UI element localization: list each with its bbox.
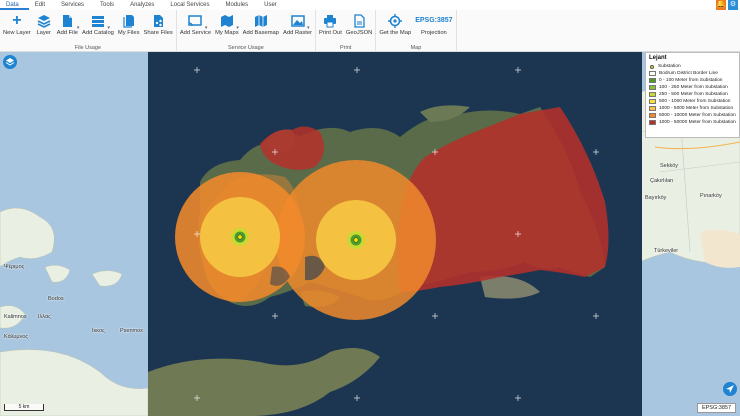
group-caption: Print bbox=[340, 45, 352, 51]
group-file-usage: + New Layer Layer ▾ Add File ▾ Add Catal… bbox=[0, 10, 177, 52]
plus-icon: + bbox=[12, 12, 22, 29]
menu-user[interactable]: User bbox=[258, 0, 287, 10]
place-label: Pınarköy bbox=[700, 193, 722, 199]
legend-label: 500 - 1000 Meter from Substation bbox=[659, 99, 731, 104]
gis-app: Data Edit Services Tools Analyzes Local … bbox=[0, 0, 740, 416]
crosshair-icon bbox=[388, 14, 403, 28]
chevron-down-icon: ▾ bbox=[107, 25, 110, 31]
menu-edit[interactable]: Edit bbox=[29, 0, 55, 10]
bell-icon[interactable]: 🔔 bbox=[716, 0, 726, 10]
printer-icon bbox=[323, 14, 337, 28]
legend-list: Substation Bodrum District Border Line 0 -… bbox=[649, 63, 736, 126]
catalog-icon: ▾ bbox=[91, 14, 110, 31]
menu-data[interactable]: Data bbox=[0, 0, 29, 10]
cast-icon: ▾ bbox=[188, 14, 207, 31]
legend-item: 1000 - 50000 Meter from Substation bbox=[649, 119, 736, 126]
image-icon: ▾ bbox=[290, 14, 310, 31]
place-label: Çakırlılan bbox=[650, 178, 674, 184]
place-label: Kalimnos bbox=[4, 314, 27, 320]
layers-toggle-button[interactable] bbox=[3, 55, 17, 69]
legend-item: 1000 - 5000 Meter from Substation bbox=[649, 105, 736, 112]
place-label: Sekköy bbox=[660, 163, 679, 169]
group-map: Get the Map EPSG:3857 Projection Map bbox=[376, 10, 457, 52]
legend-title: Lejant bbox=[649, 55, 667, 61]
place-label: Psenmos bbox=[120, 328, 143, 334]
group-caption: Map bbox=[410, 45, 422, 51]
legend-item: 500 - 1000 Meter from Substation bbox=[649, 98, 736, 105]
legend-label: 100 - 250 Meter from Substation bbox=[659, 85, 728, 90]
legend-label: 5000 - 10000 Meter from Substation bbox=[659, 113, 736, 118]
legend-item: Bodrum District Border Line bbox=[649, 70, 736, 77]
gear-icon[interactable]: ⚙ bbox=[728, 0, 738, 10]
group-service-usage: ▾ Add Service ▾ My Maps Add Basemap ▾ Ad… bbox=[177, 10, 317, 52]
menu-services[interactable]: Services bbox=[55, 0, 94, 10]
geojson-file-icon bbox=[352, 14, 366, 28]
place-label: Ιλλας bbox=[38, 314, 51, 320]
chevron-down-icon: ▾ bbox=[76, 25, 80, 31]
projection-code: EPSG:3857 bbox=[415, 17, 453, 24]
share-file-icon bbox=[151, 14, 165, 28]
map-base-layer bbox=[0, 52, 740, 416]
place-label: Ψέριμος bbox=[4, 264, 25, 270]
legend-label: 0 - 100 Meter from Substation bbox=[659, 78, 723, 83]
ribbon-toolbar: + New Layer Layer ▾ Add File ▾ Add Catal… bbox=[0, 10, 740, 52]
projection-status[interactable]: EPSG:3857 bbox=[696, 403, 736, 413]
legend-label: 250 - 500 Meter from Substation bbox=[659, 92, 728, 97]
menu-tools[interactable]: Tools bbox=[94, 0, 124, 10]
legend-swatch bbox=[649, 106, 656, 111]
legend-item: 100 - 250 Meter from Substation bbox=[649, 84, 736, 91]
legend-swatch bbox=[649, 113, 656, 118]
locate-button[interactable] bbox=[723, 382, 737, 396]
place-label: Türkeviler bbox=[654, 248, 679, 254]
basemap-icon bbox=[254, 14, 268, 28]
legend-swatch bbox=[649, 120, 656, 125]
legend-label: Bodrum District Border Line bbox=[659, 71, 718, 76]
legend-item: 5000 - 10000 Meter from Substation bbox=[649, 112, 736, 119]
legend-label: Substation bbox=[658, 64, 681, 69]
legend-panel: Lejant Substation Bodrum District Border … bbox=[645, 52, 740, 138]
chevron-down-icon: ▾ bbox=[236, 25, 239, 31]
legend-label: 1000 - 50000 Meter from Substation bbox=[659, 120, 736, 125]
chevron-down-icon: ▾ bbox=[307, 25, 310, 31]
menu-analyzes[interactable]: Analyzes bbox=[124, 0, 164, 10]
substation-symbol-icon bbox=[650, 64, 654, 69]
map-icon: ▾ bbox=[220, 14, 239, 31]
legend-swatch bbox=[649, 99, 656, 104]
legend-swatch bbox=[649, 85, 656, 90]
menu-bar: Data Edit Services Tools Analyzes Local … bbox=[0, 0, 740, 10]
legend-swatch bbox=[649, 71, 656, 76]
menu-local-services[interactable]: Local Services bbox=[164, 0, 219, 10]
group-print: Print Out GeoJSON Print bbox=[316, 10, 377, 52]
group-caption: File Usage bbox=[74, 45, 102, 51]
file-icon: ▾ bbox=[60, 14, 79, 31]
navigation-icon bbox=[726, 385, 734, 393]
menu-modules[interactable]: Modules bbox=[219, 0, 258, 10]
documents-icon bbox=[122, 14, 136, 28]
legend-item: Substation bbox=[649, 63, 736, 70]
place-label: Ικκος bbox=[92, 328, 105, 334]
group-caption: Service Usage bbox=[228, 45, 264, 51]
legend-item: 0 - 100 Meter from Substation bbox=[649, 77, 736, 84]
legend-item: 250 - 500 Meter from Substation bbox=[649, 91, 736, 98]
place-label: Bodos bbox=[48, 296, 64, 302]
layers-icon bbox=[37, 14, 51, 28]
place-label: Bayırköy bbox=[645, 195, 667, 201]
map-canvas[interactable]: Ψέριμος Kalimnos Κάλυμνος Bodos Ιλλας Ικ… bbox=[0, 52, 740, 416]
chevron-down-icon: ▾ bbox=[204, 25, 208, 31]
legend-swatch bbox=[649, 92, 656, 97]
layers-icon bbox=[5, 58, 15, 66]
scale-bar: 5 km bbox=[4, 404, 44, 411]
legend-label: 1000 - 5000 Meter from Substation bbox=[659, 106, 734, 111]
place-label: Κάλυμνος bbox=[4, 334, 29, 340]
legend-swatch bbox=[649, 78, 656, 83]
